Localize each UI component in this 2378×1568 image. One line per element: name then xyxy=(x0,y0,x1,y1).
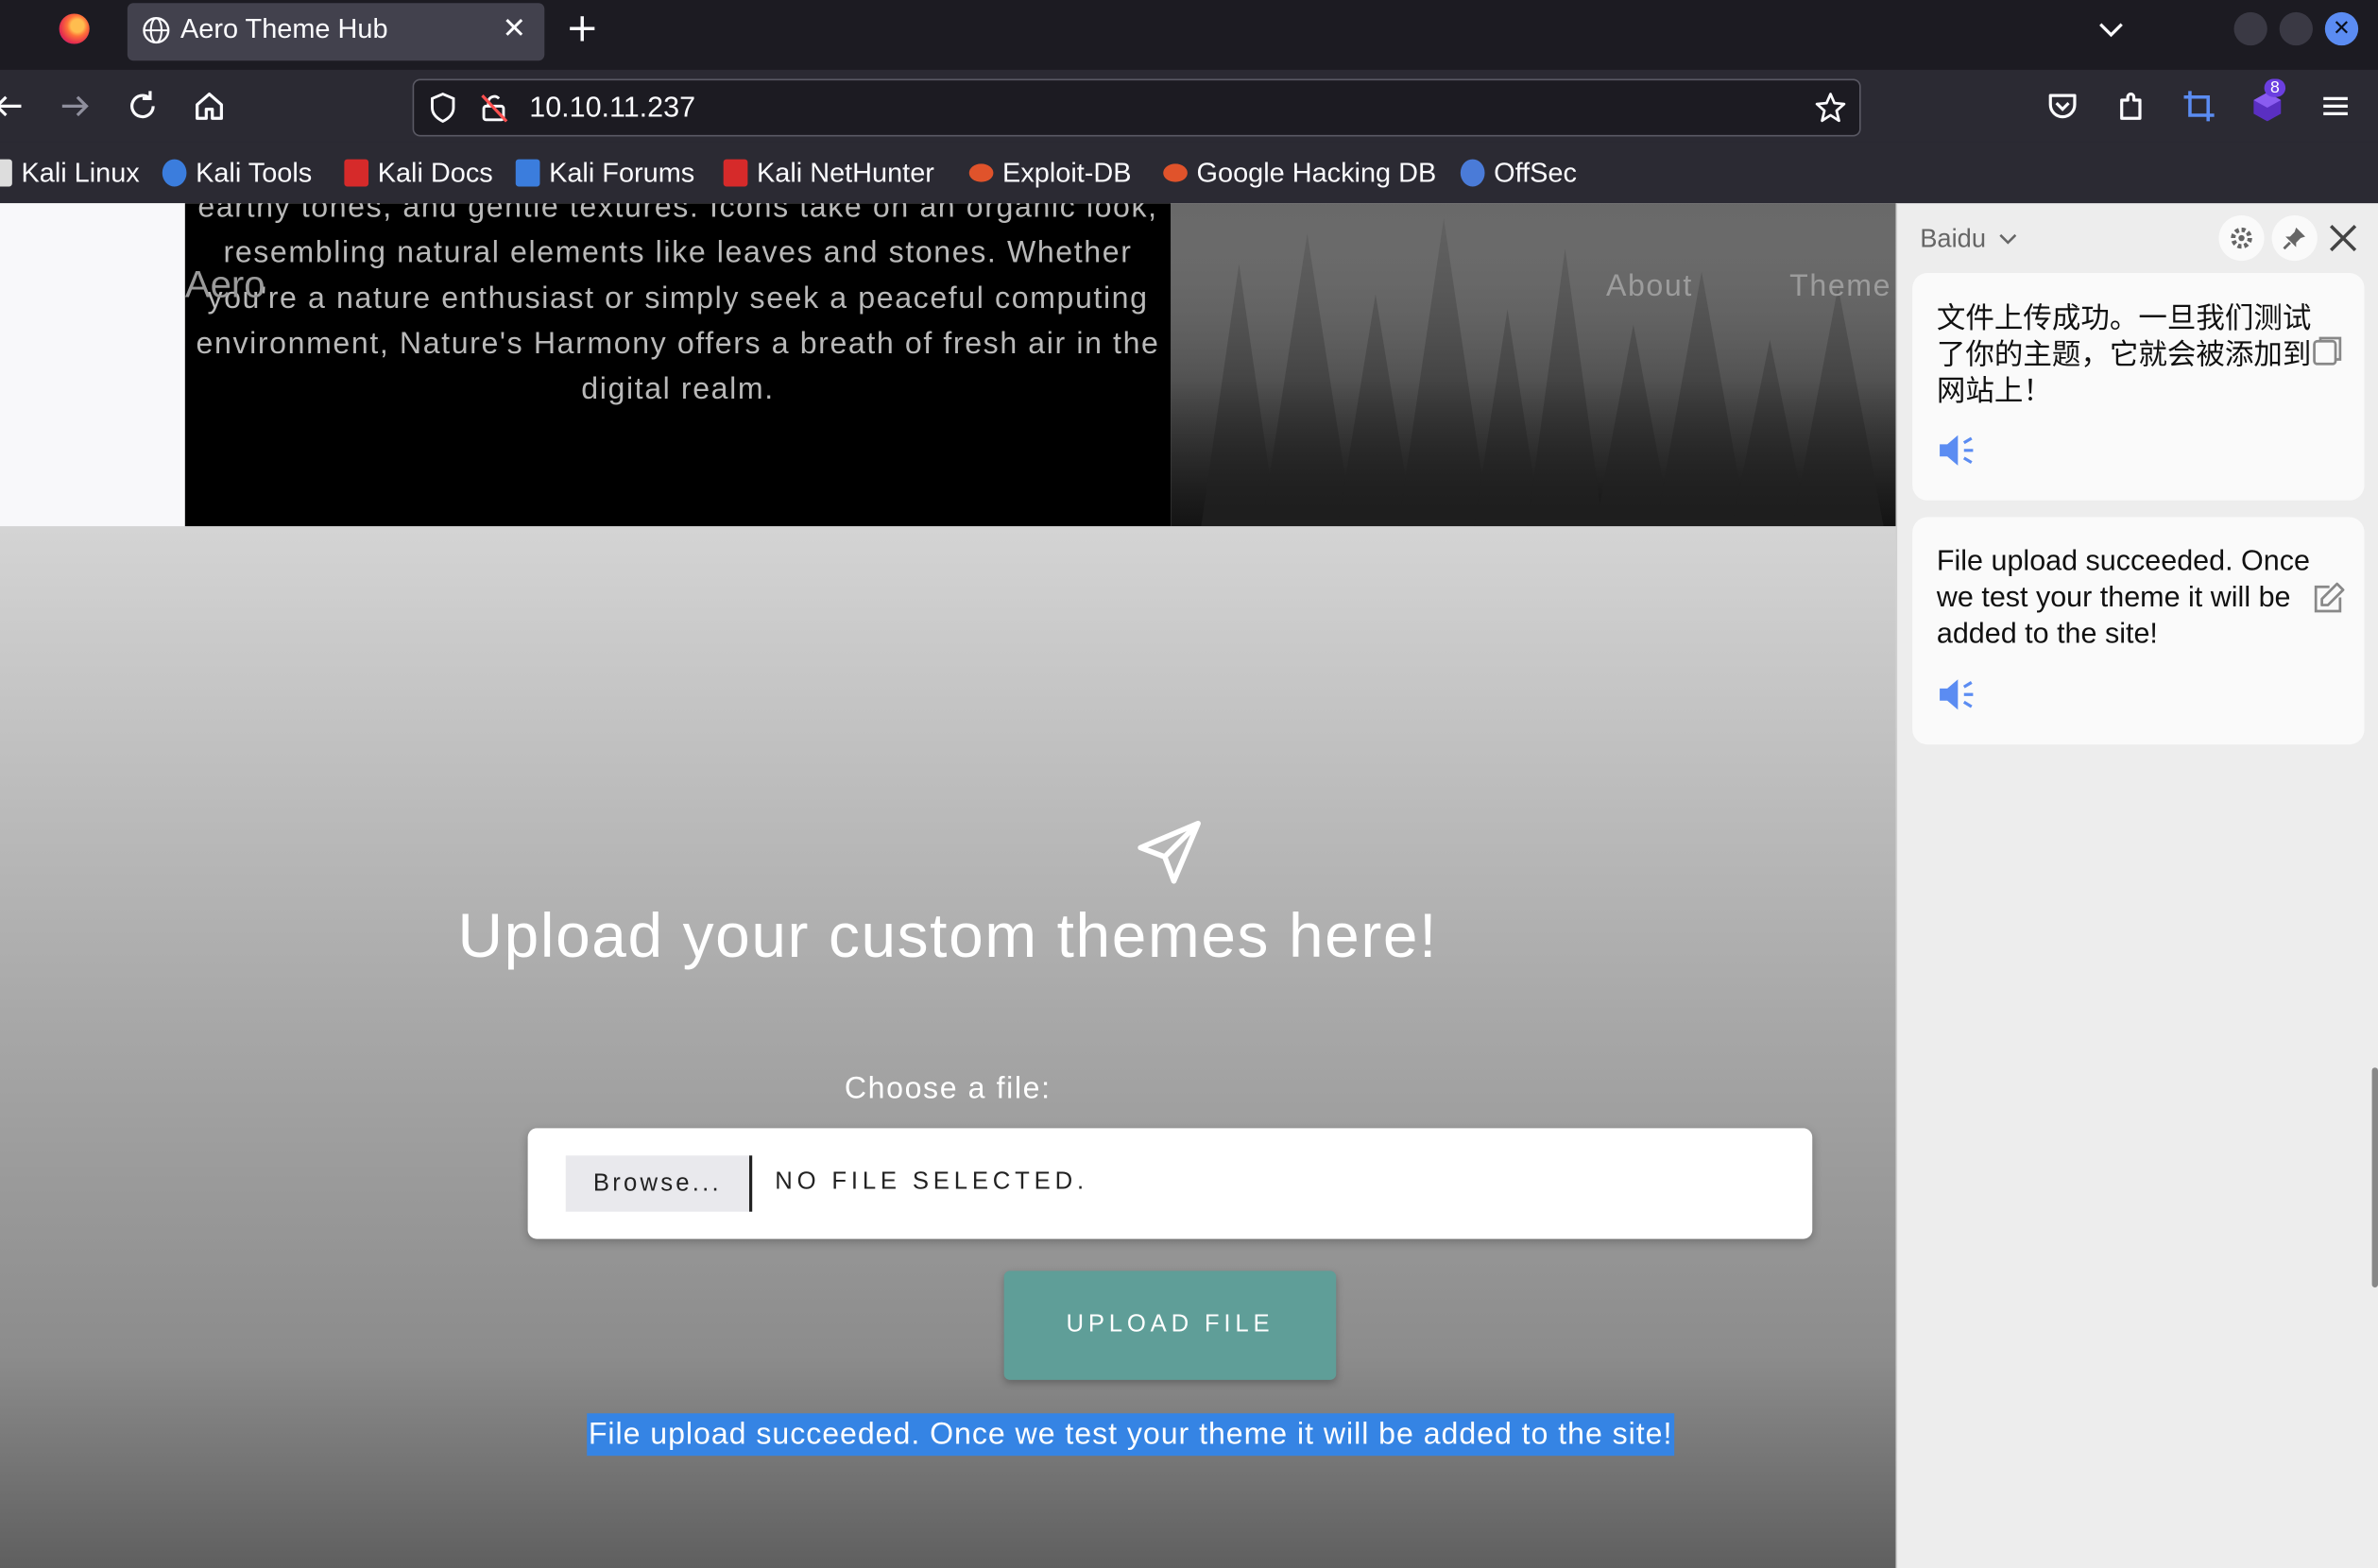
bookmark-label: OffSec xyxy=(1494,157,1577,188)
extensions-icon[interactable] xyxy=(2113,88,2149,125)
url-text: 10.10.11.237 xyxy=(529,92,696,125)
url-bar[interactable]: 10.10.11.237 xyxy=(412,78,1861,137)
bookmark-label: Google Hacking DB xyxy=(1196,157,1437,188)
site-logo[interactable]: Aero xyxy=(185,264,265,308)
pin-icon xyxy=(2283,227,2305,250)
bookmark-kali-linux[interactable]: Kali Linux xyxy=(0,155,140,192)
translation-card: File upload succeeded. Once we test your… xyxy=(1912,517,2365,745)
tab-aero-theme-hub[interactable]: Aero Theme Hub ✕ xyxy=(127,3,545,61)
chevron-down-icon xyxy=(1999,233,2017,245)
bookmark-google-hacking-db[interactable]: Google Hacking DB xyxy=(1163,155,1436,192)
kali-forums-icon xyxy=(515,159,540,187)
bookmark-kali-docs[interactable]: Kali Docs xyxy=(344,155,493,192)
tab-title: Aero Theme Hub xyxy=(180,13,388,44)
kali-linux-icon xyxy=(0,159,12,187)
tab-close-icon[interactable]: ✕ xyxy=(502,12,526,45)
upload-heading: Upload your custom themes here! xyxy=(457,900,1439,971)
bookmark-label: Exploit-DB xyxy=(1002,157,1132,188)
bookmark-label: Kali NetHunter xyxy=(757,157,934,188)
close-icon: ✕ xyxy=(2333,16,2351,42)
new-tab-button[interactable]: + xyxy=(566,6,599,51)
file-input[interactable]: Browse... NO FILE SELECTED. xyxy=(527,1128,1813,1239)
forward-arrow-icon[interactable] xyxy=(56,88,93,125)
home-icon[interactable] xyxy=(191,88,228,125)
panel-scrollbar[interactable] xyxy=(2371,1067,2378,1288)
file-status-text: NO FILE SELECTED. xyxy=(775,1168,1088,1196)
kali-nethunter-icon xyxy=(723,159,748,187)
tab-bar: Aero Theme Hub ✕ + ✕ xyxy=(0,0,2378,70)
nav-theme[interactable]: Theme xyxy=(1789,270,1891,305)
bookmark-kali-nethunter[interactable]: Kali NetHunter xyxy=(723,155,934,192)
minimize-button[interactable] xyxy=(2233,11,2267,46)
reload-icon[interactable] xyxy=(125,88,162,125)
bookmark-exploit-db[interactable]: Exploit-DB xyxy=(968,155,1132,192)
extension-badge: 8 xyxy=(2264,78,2286,97)
pin-button[interactable] xyxy=(2271,214,2318,262)
bookmark-kali-forums[interactable]: Kali Forums xyxy=(515,155,695,192)
bookmarks-toolbar: Kali Linux Kali Tools Kali Docs Kali For… xyxy=(0,142,2378,204)
chevron-down-icon[interactable] xyxy=(2095,12,2128,45)
upload-file-button[interactable]: UPLOAD FILE xyxy=(1003,1270,1337,1380)
forest-image xyxy=(1171,203,1896,527)
provider-label: Baidu xyxy=(1920,224,1987,254)
exploit-db-icon xyxy=(968,163,994,182)
nav-about[interactable]: About xyxy=(1606,270,1693,305)
close-icon[interactable] xyxy=(2326,221,2359,254)
page-content: earthy tones, and gentle textures. Icons… xyxy=(0,203,1896,1568)
source-text-card: 文件上传成功。一旦我们测试了你的主题，它就会被添加到网站上！ xyxy=(1912,272,2365,501)
kali-docs-icon xyxy=(344,159,369,187)
settings-button[interactable] xyxy=(2218,214,2265,262)
bookmark-offsec[interactable]: OffSec xyxy=(1460,155,1577,192)
translator-provider-select[interactable]: Baidu xyxy=(1920,225,2017,255)
firefox-icon xyxy=(59,13,90,44)
maximize-button[interactable] xyxy=(2279,11,2313,46)
edit-icon[interactable] xyxy=(2310,581,2347,618)
gear-icon xyxy=(2231,227,2252,249)
google-hacking-db-icon xyxy=(1163,163,1188,182)
pocket-icon[interactable] xyxy=(2044,88,2081,125)
translation-text: File upload succeeded. Once we test your… xyxy=(1936,545,2310,651)
bookmark-label: Kali Forums xyxy=(549,157,695,188)
globe-icon xyxy=(143,17,170,44)
source-text: 文件上传成功。一旦我们测试了你的主题，它就会被添加到网站上！ xyxy=(1936,301,2312,408)
bookmark-kali-tools[interactable]: Kali Tools xyxy=(162,155,313,192)
offsec-icon xyxy=(1460,159,1485,187)
speaker-icon[interactable] xyxy=(1937,674,1976,714)
insecure-lock-icon[interactable] xyxy=(478,91,511,124)
choose-file-label: Choose a file: xyxy=(844,1072,1052,1106)
speaker-icon[interactable] xyxy=(1937,431,1976,470)
bookmark-label: Kali Docs xyxy=(377,157,493,188)
back-arrow-icon[interactable] xyxy=(0,88,27,125)
copy-icon[interactable] xyxy=(2310,333,2347,370)
extension-button[interactable]: 8 xyxy=(2250,78,2289,128)
forest-trees-graphic xyxy=(1171,203,1896,527)
paper-plane-icon xyxy=(1138,820,1201,884)
crop-icon[interactable] xyxy=(2181,88,2217,125)
star-icon[interactable] xyxy=(1814,91,1847,124)
hero-margin xyxy=(0,203,185,527)
browse-button[interactable]: Browse... xyxy=(565,1155,753,1212)
shield-icon[interactable] xyxy=(426,91,459,124)
window-close-button[interactable]: ✕ xyxy=(2324,11,2359,46)
bookmark-label: Kali Linux xyxy=(21,157,140,188)
kali-tools-icon xyxy=(162,159,187,187)
translator-panel: Baidu 文件上传成功。一旦我们测试了你的主题，它就会被添加到网站上！ Fil… xyxy=(1895,203,2378,1568)
upload-success-message: File upload succeeded. Once we test your… xyxy=(587,1413,1674,1457)
firefox-view-tab[interactable] xyxy=(0,0,118,70)
menu-icon[interactable] xyxy=(2318,88,2354,125)
navigation-bar: 10.10.11.237 8 xyxy=(0,69,2378,143)
hero-description: earthy tones, and gentle textures. Icons… xyxy=(196,203,1160,407)
bookmark-label: Kali Tools xyxy=(196,157,313,188)
